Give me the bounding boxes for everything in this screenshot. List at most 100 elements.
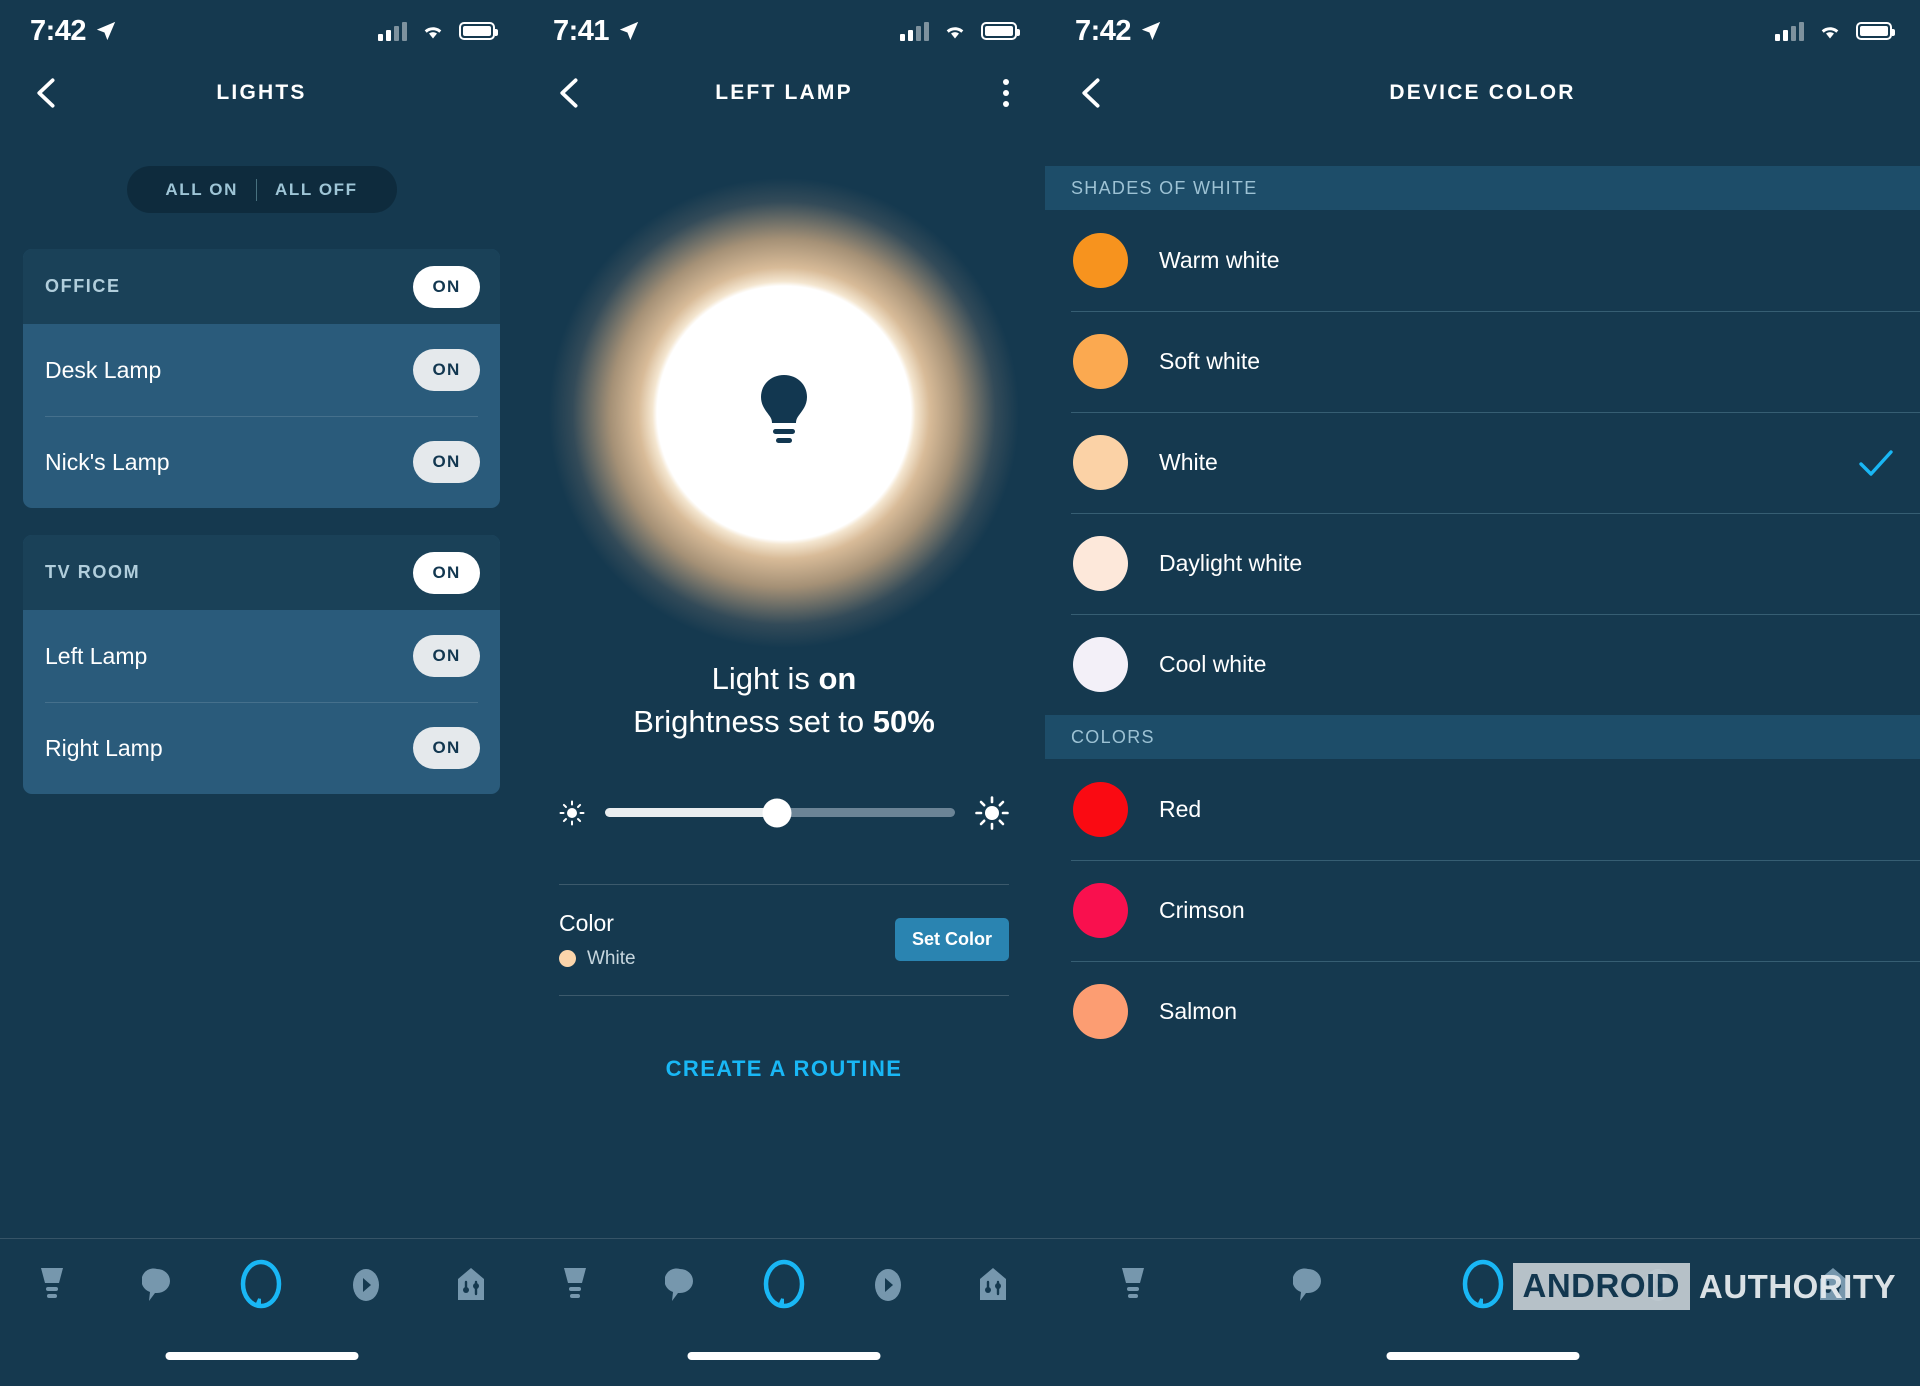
- color-option-label: Red: [1159, 796, 1202, 822]
- light-state-line: Light is on: [523, 658, 1045, 701]
- status-bar: 7:41: [523, 0, 1045, 62]
- divider: [559, 994, 1009, 996]
- color-option-label: Cool white: [1159, 651, 1267, 677]
- color-option-salmon[interactable]: Salmon: [1045, 961, 1920, 1062]
- device-toggle[interactable]: ON: [413, 441, 480, 483]
- nav-bar-device-color: DEVICE COLOR: [1045, 62, 1920, 124]
- device-name: Desk Lamp: [45, 356, 162, 383]
- device-toggle[interactable]: ON: [413, 349, 480, 391]
- status-bar: 7:42: [1045, 0, 1920, 62]
- brightness-slider-track[interactable]: [605, 798, 955, 828]
- chat-bubble-icon: [141, 1268, 170, 1301]
- color-option-red[interactable]: Red: [1045, 759, 1920, 860]
- group-office: OFFICE ON Desk Lamp ON Nick's Lamp ON: [23, 249, 500, 508]
- bottom-nav-devices[interactable]: [547, 1257, 603, 1313]
- group-name: TV ROOM: [45, 562, 141, 582]
- home-indicator: [1386, 1352, 1579, 1360]
- bottom-nav: [1045, 1238, 1920, 1386]
- color-option-label: White: [1159, 449, 1218, 475]
- home-indicator: [687, 1352, 881, 1360]
- brightness-slider-row: [559, 795, 1009, 830]
- bulb-glow: [549, 178, 1019, 648]
- group-name: OFFICE: [45, 276, 121, 296]
- lamp-icon: [1121, 1268, 1144, 1298]
- bottom-nav-home[interactable]: [443, 1257, 499, 1313]
- color-swatch-icon: [1073, 435, 1128, 490]
- device-row[interactable]: Left Lamp ON: [23, 610, 500, 702]
- wifi-icon: [1821, 27, 1839, 39]
- group-toggle[interactable]: ON: [413, 265, 480, 308]
- set-color-button[interactable]: Set Color: [894, 918, 1009, 962]
- color-option-daylight-white[interactable]: Daylight white: [1045, 513, 1920, 614]
- create-routine-link[interactable]: CREATE A ROUTINE: [523, 1056, 1045, 1082]
- cellular-signal-icon: [1775, 21, 1804, 41]
- bottom-nav-alexa[interactable]: [233, 1257, 289, 1313]
- brightness-value: 50%: [872, 703, 935, 739]
- color-option-soft-white[interactable]: Soft white: [1045, 311, 1920, 412]
- bottom-nav-devices[interactable]: [24, 1257, 80, 1313]
- location-arrow-icon: [96, 21, 116, 41]
- bottom-nav-home[interactable]: [965, 1257, 1021, 1313]
- light-state-value: on: [818, 661, 857, 696]
- page-title: LIGHTS: [216, 81, 307, 104]
- color-option-warm-white[interactable]: Warm white: [1045, 210, 1920, 311]
- group-header[interactable]: TV ROOM ON: [23, 535, 500, 610]
- color-option-label: Salmon: [1159, 998, 1237, 1024]
- device-name: Nick's Lamp: [45, 448, 170, 475]
- color-swatch-icon: [1073, 536, 1128, 591]
- color-option-label: Warm white: [1159, 247, 1280, 273]
- color-option-cool-white[interactable]: Cool white: [1045, 614, 1920, 715]
- color-option-crimson[interactable]: Crimson: [1045, 860, 1920, 961]
- all-off-button[interactable]: ALL OFF: [257, 180, 376, 200]
- bottom-nav-alexa[interactable]: [1455, 1257, 1511, 1313]
- alexa-ring-icon: [763, 1259, 805, 1309]
- color-swatch-icon: [1073, 883, 1128, 938]
- bottom-nav-communicate[interactable]: [1280, 1257, 1336, 1313]
- page-title: LEFT LAMP: [715, 81, 853, 104]
- location-arrow-icon: [619, 21, 639, 41]
- bottom-nav-devices[interactable]: [1105, 1257, 1161, 1313]
- color-label: Color: [559, 909, 614, 936]
- color-option-label: Soft white: [1159, 348, 1260, 374]
- color-swatch-icon: [1073, 334, 1128, 389]
- bottom-nav: [523, 1238, 1045, 1386]
- play-icon: [875, 1269, 902, 1301]
- device-toggle[interactable]: ON: [413, 635, 480, 677]
- nav-bar-lights: LIGHTS: [0, 62, 523, 124]
- brightness-slider-knob[interactable]: [762, 798, 791, 828]
- bottom-nav-play[interactable]: [338, 1257, 394, 1313]
- bottom-nav-play[interactable]: [860, 1257, 916, 1313]
- screen-device-color: 7:42 DEVICE COLOR SHADES OF WHITE Warm w…: [1045, 0, 1920, 1386]
- brightness-low-icon: [559, 800, 585, 826]
- device-row[interactable]: Right Lamp ON: [23, 702, 500, 794]
- bulb-visual[interactable]: [523, 168, 1045, 658]
- device-row[interactable]: Nick's Lamp ON: [23, 416, 500, 508]
- group-toggle[interactable]: ON: [413, 551, 480, 594]
- cellular-signal-icon: [900, 21, 929, 41]
- all-on-button[interactable]: ALL ON: [147, 180, 256, 200]
- group-header[interactable]: OFFICE ON: [23, 249, 500, 324]
- all-on-off-segmented-control: ALL ON ALL OFF: [126, 166, 397, 213]
- color-swatch-icon: [1073, 233, 1128, 288]
- watermark-android-authority: ANDROID AUTHORITY: [1512, 1263, 1897, 1310]
- battery-icon: [1856, 22, 1895, 40]
- kebab-menu-icon[interactable]: [1003, 79, 1009, 107]
- status-left: 7:41: [553, 15, 640, 48]
- chat-bubble-icon: [1292, 1268, 1321, 1301]
- smart-home-icon: [979, 1268, 1006, 1300]
- bottom-nav-alexa[interactable]: [756, 1257, 812, 1313]
- chevron-left-icon[interactable]: [553, 76, 587, 110]
- color-swatch-icon: [1073, 984, 1128, 1039]
- color-value: White: [587, 947, 636, 969]
- status-bar: 7:42: [0, 0, 523, 62]
- status-time: 7:42: [1075, 14, 1132, 47]
- chevron-left-icon[interactable]: [1075, 76, 1109, 110]
- color-option-white[interactable]: White: [1045, 412, 1920, 513]
- bottom-nav-communicate[interactable]: [652, 1257, 708, 1313]
- wifi-icon: [424, 27, 442, 39]
- bottom-nav-communicate[interactable]: [129, 1257, 185, 1313]
- device-row[interactable]: Desk Lamp ON: [23, 324, 500, 416]
- brightness-state-line: Brightness set to 50%: [523, 701, 1045, 744]
- chevron-left-icon[interactable]: [30, 76, 64, 110]
- device-toggle[interactable]: ON: [413, 727, 480, 769]
